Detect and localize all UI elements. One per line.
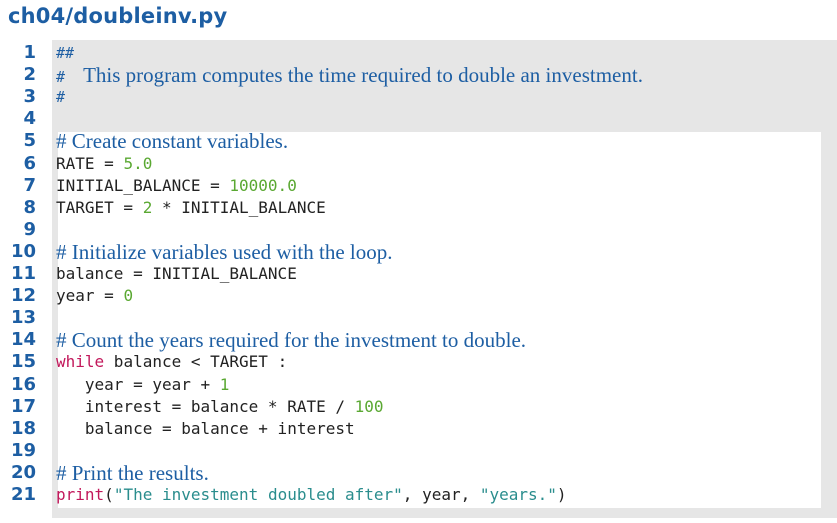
code-token: balance < TARGET : bbox=[104, 352, 288, 372]
code-text: RATE = 5.0 bbox=[56, 153, 152, 175]
code-token: ) bbox=[556, 485, 567, 504]
code-text: TARGET = 2 * INITIAL_BALANCE bbox=[56, 197, 326, 219]
line-number: 13 bbox=[10, 307, 36, 329]
line-number: 11 bbox=[10, 263, 36, 284]
line-number: 17 bbox=[10, 395, 36, 417]
line-number: 8 bbox=[23, 196, 36, 218]
code-line: 20 # Print the results. bbox=[6, 462, 836, 484]
code-line: 9 bbox=[6, 219, 836, 241]
code-line: 17 interest = balance * RATE / 100 bbox=[6, 396, 836, 418]
code-line: 7 INITIAL_BALANCE = 10000.0 bbox=[6, 175, 836, 197]
code-number: 100 bbox=[354, 396, 384, 416]
code-token: year = bbox=[56, 286, 124, 306]
code-line: 15 while balance < TARGET : bbox=[6, 351, 836, 373]
code-text: # Print the results. bbox=[56, 462, 209, 486]
code-token: INITIAL_BALANCE = bbox=[56, 175, 230, 195]
code-text: # Count the years required for the inves… bbox=[56, 329, 526, 353]
code-line: 14 # Count the years required for the inv… bbox=[6, 329, 836, 351]
code-line: 3 # bbox=[6, 86, 836, 108]
line-number: 18 bbox=[10, 417, 36, 439]
code-number: 2 bbox=[142, 197, 153, 217]
code-number: 1 bbox=[219, 374, 230, 394]
line-number: 6 bbox=[23, 152, 36, 174]
code-string: "The investment doubled after" bbox=[113, 485, 403, 504]
line-number: 20 bbox=[10, 461, 36, 483]
file-title: ch04/doubleinv.py bbox=[8, 4, 228, 28]
code-comment: This program computes the time required … bbox=[83, 63, 643, 88]
code-comment: # Count the years required for the inves… bbox=[56, 328, 527, 353]
code-line: 19 bbox=[6, 440, 836, 462]
code-number: 10000.0 bbox=[229, 175, 297, 195]
line-number: 16 bbox=[10, 373, 36, 395]
code-line: 8 TARGET = 2 * INITIAL_BALANCE bbox=[6, 197, 836, 219]
line-number: 15 bbox=[10, 351, 36, 373]
code-keyword: while bbox=[56, 352, 105, 372]
code-keyword: print bbox=[56, 485, 105, 504]
line-number: 7 bbox=[23, 174, 36, 196]
code-text: year = year + 1 bbox=[56, 374, 230, 396]
code-line: 5 # Create constant variables. bbox=[6, 130, 836, 152]
code-line: 18 balance = balance + interest bbox=[6, 418, 836, 440]
code-listing: 1 ## 2 # This program computes the time req… bbox=[6, 40, 837, 518]
code-text: balance = INITIAL_BALANCE bbox=[56, 263, 297, 285]
code-line: 12 year = 0 bbox=[6, 285, 836, 307]
code-line: 11 balance = INITIAL_BALANCE bbox=[6, 263, 836, 285]
code-line: 6 RATE = 5.0 bbox=[6, 153, 836, 175]
code-text: # This program computes the time require… bbox=[56, 64, 643, 88]
code-line: 10 # Initialize variables used with the l… bbox=[6, 241, 836, 263]
code-token: TARGET = bbox=[56, 197, 143, 217]
code-line: 13 bbox=[6, 307, 836, 329]
code-token: balance = balance + interest bbox=[56, 418, 355, 438]
code-text: # Create constant variables. bbox=[56, 130, 288, 154]
code-token: year = year + bbox=[56, 374, 220, 394]
code-comment: # bbox=[56, 88, 66, 107]
code-text: year = 0 bbox=[56, 285, 133, 307]
code-line: 2 # This program computes the time requir… bbox=[6, 64, 836, 86]
code-text: INITIAL_BALANCE = 10000.0 bbox=[56, 175, 297, 197]
line-number: 19 bbox=[10, 439, 36, 461]
line-number: 10 bbox=[10, 240, 36, 262]
code-line: 4 bbox=[6, 108, 836, 130]
code-line: 1 ## bbox=[6, 42, 836, 64]
code-token: * INITIAL_BALANCE bbox=[152, 197, 326, 217]
line-number: 9 bbox=[23, 218, 36, 240]
line-number: 4 bbox=[23, 108, 36, 130]
code-text: print("The investment doubled after", ye… bbox=[56, 484, 567, 506]
line-number: 2 bbox=[23, 64, 36, 86]
code-comment: # Print the results. bbox=[56, 460, 209, 485]
line-number: 1 bbox=[23, 42, 36, 63]
code-number: 5.0 bbox=[123, 153, 153, 173]
code-text: interest = balance * RATE / 100 bbox=[56, 396, 384, 418]
code-comment: # Initialize variables used with the loo… bbox=[56, 239, 393, 264]
code-token: , year, bbox=[402, 485, 480, 504]
line-number: 3 bbox=[23, 86, 36, 108]
code-token: interest = balance * RATE / bbox=[56, 396, 355, 416]
code-text: balance = balance + interest bbox=[56, 418, 355, 440]
code-line: 21 print("The investment doubled after", … bbox=[6, 484, 836, 506]
code-token: balance = INITIAL_BALANCE bbox=[56, 264, 297, 283]
code-line: 16 year = year + 1 bbox=[6, 374, 836, 396]
code-token: ( bbox=[104, 485, 114, 504]
line-number: 5 bbox=[23, 130, 36, 152]
code-text: # Initialize variables used with the loo… bbox=[56, 241, 393, 265]
line-number: 21 bbox=[10, 484, 36, 505]
code-comment: # Create constant variables. bbox=[56, 129, 289, 154]
code-token: RATE = bbox=[56, 153, 124, 173]
code-comment: # bbox=[56, 68, 84, 87]
code-text: # bbox=[56, 86, 65, 108]
code-string: "years." bbox=[479, 485, 557, 504]
line-number: 14 bbox=[10, 329, 36, 351]
line-number: 12 bbox=[10, 285, 36, 307]
code-comment: ## bbox=[56, 44, 75, 62]
code-number: 0 bbox=[123, 286, 134, 306]
code-text: while balance < TARGET : bbox=[56, 351, 287, 373]
code-text: ## bbox=[56, 42, 74, 64]
